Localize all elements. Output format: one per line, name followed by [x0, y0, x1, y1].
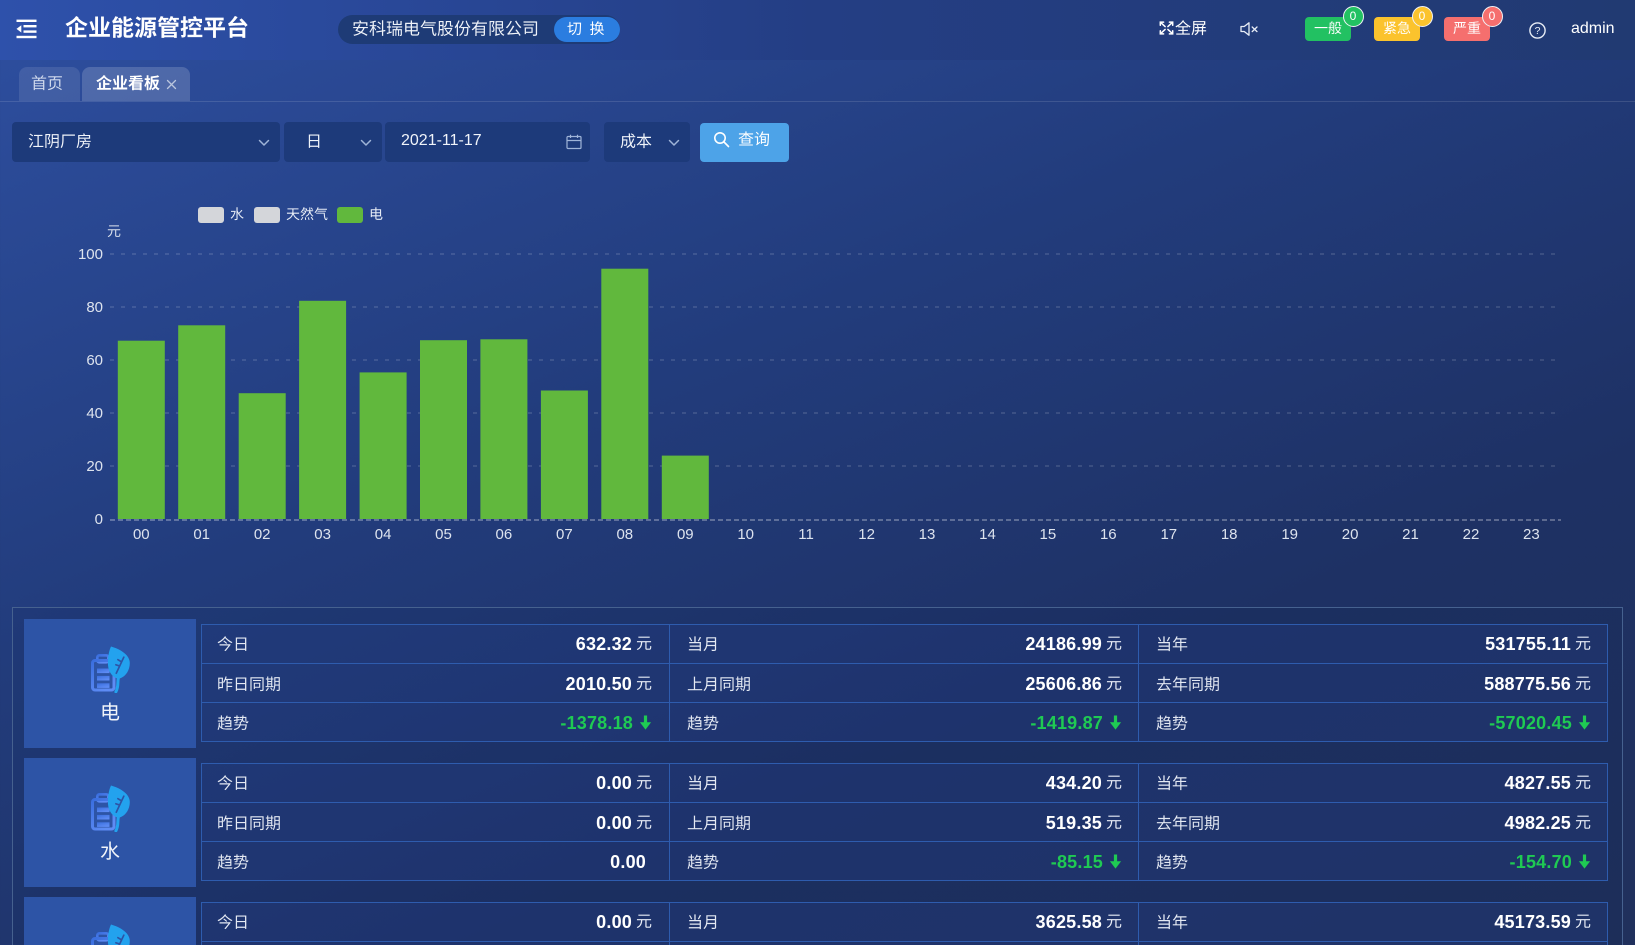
svg-text:13: 13: [919, 526, 936, 543]
svg-text:07: 07: [556, 526, 573, 543]
svg-text:15: 15: [1040, 526, 1057, 543]
svg-text:80: 80: [86, 299, 103, 316]
svg-text:?: ?: [1535, 25, 1541, 37]
svg-text:06: 06: [496, 526, 513, 543]
svg-text:17: 17: [1160, 526, 1177, 543]
svg-text:00: 00: [133, 526, 150, 543]
svg-text:05: 05: [435, 526, 452, 543]
svg-text:40: 40: [86, 405, 103, 422]
svg-text:10: 10: [737, 526, 754, 543]
svg-text:11: 11: [798, 526, 814, 543]
svg-text:22: 22: [1463, 526, 1480, 543]
svg-text:20: 20: [86, 458, 103, 475]
svg-text:02: 02: [254, 526, 271, 543]
svg-text:16: 16: [1100, 526, 1117, 543]
svg-text:09: 09: [677, 526, 694, 543]
svg-text:03: 03: [314, 526, 331, 543]
svg-text:14: 14: [979, 526, 996, 543]
svg-text:100: 100: [78, 246, 103, 263]
svg-text:04: 04: [375, 526, 392, 543]
svg-text:21: 21: [1402, 526, 1419, 543]
svg-text:08: 08: [616, 526, 633, 543]
svg-text:18: 18: [1221, 526, 1238, 543]
svg-text:60: 60: [86, 352, 103, 369]
svg-text:01: 01: [193, 526, 210, 543]
svg-text:0: 0: [95, 511, 103, 528]
svg-text:12: 12: [858, 526, 875, 543]
svg-text:19: 19: [1281, 526, 1298, 543]
svg-text:23: 23: [1523, 526, 1540, 543]
svg-text:20: 20: [1342, 526, 1359, 543]
